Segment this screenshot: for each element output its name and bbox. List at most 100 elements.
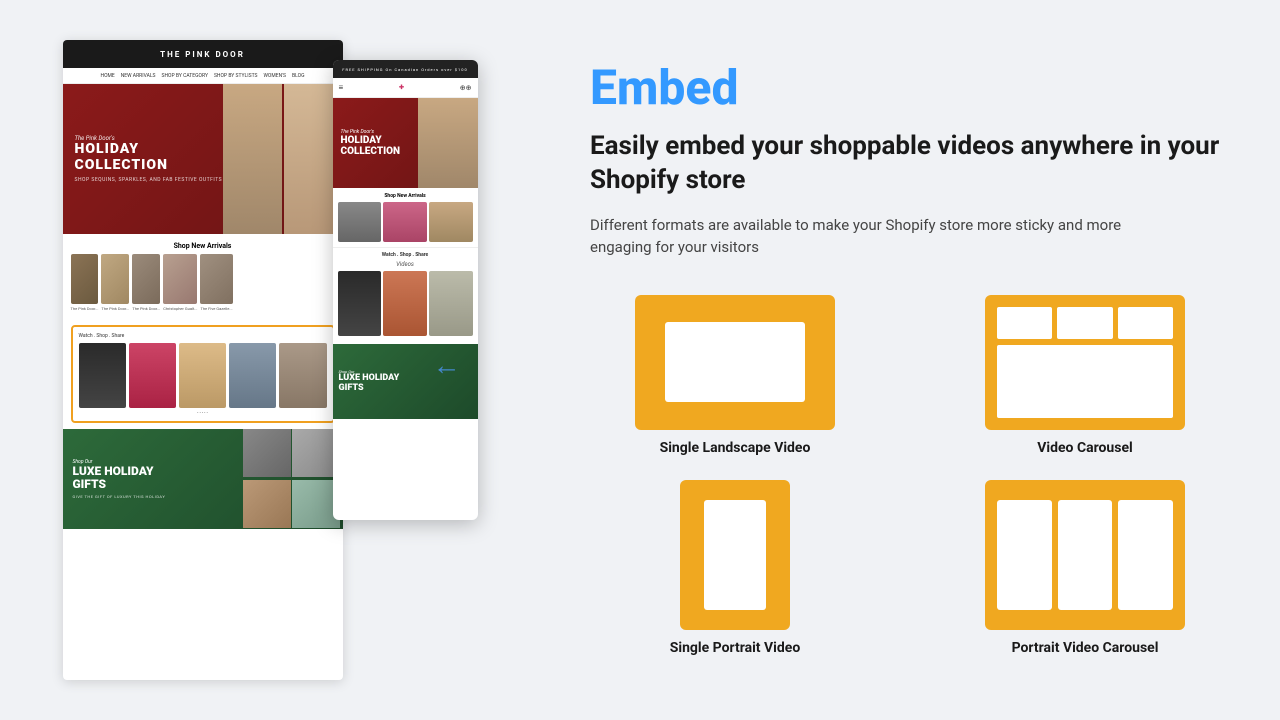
- overlay-hero-text: The Pink Door's HolidayCollection: [341, 129, 401, 157]
- main-desktop-screenshot: THE PINK DOOR HOME NEW ARRIVALS SHOP BY …: [63, 40, 343, 680]
- product-image-4: [163, 254, 197, 304]
- hamburger-icon: ≡: [339, 83, 344, 92]
- portrait-label: Single Portrait Video: [670, 640, 800, 656]
- back-arrow-icon: ←: [433, 349, 461, 382]
- search-icon: ⊕⊕: [460, 84, 472, 92]
- product-label-4: Christopher Gualt...: [163, 306, 197, 311]
- embed-subtitle: Easily embed your shoppable videos anywh…: [590, 130, 1230, 198]
- wss-videos: [338, 271, 473, 336]
- left-panel: THE PINK DOOR HOME NEW ARRIVALS SHOP BY …: [0, 0, 540, 720]
- hero-title-large: HolidayCollection: [75, 142, 223, 173]
- format-item-landscape: Single Landscape Video: [590, 295, 880, 456]
- video-thumb-1: [79, 343, 126, 408]
- video-carousel-icon: [985, 295, 1185, 430]
- hero-title-small: The Pink Door's: [75, 135, 223, 142]
- holiday-text: Shop Our Luxe HolidayGifts Give the Gift…: [73, 459, 166, 499]
- landscape-video-icon: [635, 295, 835, 430]
- overlay-banner-text: FREE SHIPPING On Canadian Orders over $1…: [342, 67, 467, 72]
- site-logo: THE PINK DOOR: [160, 50, 245, 59]
- product-image-2: [101, 254, 129, 304]
- carousel-top-row: [997, 307, 1173, 339]
- oht-large: HolidayCollection: [341, 135, 401, 157]
- video-thumb-4: [229, 343, 276, 408]
- product-label-1: The Pink Door...: [71, 306, 99, 311]
- wss-video-3: [429, 271, 473, 336]
- hero-section: The Pink Door's HolidayCollection Shop S…: [63, 84, 343, 234]
- overlay-logo: ✚: [399, 84, 404, 91]
- product-thumb-5: The Five Gazelle...: [200, 254, 232, 311]
- holiday-img-3: [243, 480, 291, 528]
- carousel-cell-2: [1057, 307, 1112, 339]
- holiday-title: Luxe HolidayGifts: [73, 465, 166, 491]
- product-thumb-1: The Pink Door...: [71, 254, 99, 311]
- video-thumb-5: [279, 343, 326, 408]
- hero-subtitle: Shop Sequins, Sparkles, and Fab Festive …: [75, 177, 223, 183]
- overlay-hero-image: [418, 98, 478, 188]
- menu-item: BLOG: [292, 73, 305, 79]
- format-item-portrait: Single Portrait Video: [590, 480, 880, 656]
- video-dots: • • • • •: [79, 410, 327, 415]
- video-thumb-3: [179, 343, 226, 408]
- product-image-5: [200, 254, 232, 304]
- oHoliday-large: Luxe HolidayGifts: [339, 374, 400, 394]
- hero-img-1: [223, 84, 282, 234]
- wss-video-1: [338, 271, 382, 336]
- wss-video-2: [383, 271, 427, 336]
- overlay-product-2: [383, 202, 427, 242]
- format-item-portrait-carousel: Portrait Video Carousel: [940, 480, 1230, 656]
- hero-image-area: [223, 84, 343, 234]
- products-grid: The Pink Door... The Pink Door... The Pi…: [71, 254, 335, 311]
- landscape-label: Single Landscape Video: [660, 440, 811, 456]
- products-section: Shop New Arrivals The Pink Door... The P…: [63, 234, 343, 319]
- product-thumb-2: The Pink Door...: [101, 254, 129, 311]
- product-image-3: [132, 254, 160, 304]
- wss-title: Watch . Shop . Share: [338, 252, 473, 258]
- menu-item: NEW ARRIVALS: [121, 73, 156, 79]
- embed-description: Different formats are available to make …: [590, 214, 1150, 259]
- overlay-holiday-text: Shop Our Luxe HolidayGifts: [339, 369, 400, 394]
- overlay-products-grid: [338, 202, 473, 242]
- overlay-mobile-screenshot: FREE SHIPPING On Canadian Orders over $1…: [333, 60, 478, 520]
- overlay-section-title: Shop New Arrivals: [338, 193, 473, 199]
- carousel-cell-3: [1118, 307, 1173, 339]
- menu-item: SHOP BY STYLISTS: [214, 73, 258, 79]
- video-thumbnails: [79, 343, 327, 408]
- formats-grid: Single Landscape Video Video Carousel Si…: [590, 295, 1230, 656]
- page-title: Embed: [590, 64, 1230, 112]
- screenshot-container: THE PINK DOOR HOME NEW ARRIVALS SHOP BY …: [63, 40, 478, 690]
- holiday-section: Shop Our Luxe HolidayGifts Give the Gift…: [63, 429, 343, 529]
- site-nav: THE PINK DOOR: [63, 40, 343, 68]
- back-arrow-container: ←: [433, 349, 461, 382]
- portrait-inner-box: [704, 500, 766, 610]
- overlay-products: Shop New Arrivals: [333, 188, 478, 247]
- portrait-cell-2: [1058, 500, 1113, 610]
- portrait-carousel-label: Portrait Video Carousel: [1012, 640, 1159, 656]
- product-label-3: The Pink Door...: [132, 306, 160, 311]
- product-label-2: The Pink Door...: [101, 306, 129, 311]
- overlay-nav: ≡ ✚ ⊕⊕: [333, 78, 478, 98]
- overlay-banner: FREE SHIPPING On Canadian Orders over $1…: [333, 60, 478, 78]
- portrait-cell-1: [997, 500, 1052, 610]
- holiday-img-1: [243, 429, 291, 477]
- portrait-cell-3: [1118, 500, 1173, 610]
- product-image-1: [71, 254, 99, 304]
- site-menu: HOME NEW ARRIVALS SHOP BY CATEGORY SHOP …: [63, 68, 343, 84]
- product-thumb-4: Christopher Gualt...: [163, 254, 197, 311]
- hero-text: The Pink Door's HolidayCollection Shop S…: [75, 135, 223, 183]
- format-item-carousel: Video Carousel: [940, 295, 1230, 456]
- wss-label: Videos: [338, 261, 473, 268]
- overlay-product-1: [338, 202, 382, 242]
- menu-item: WOMEN'S: [263, 73, 286, 79]
- product-thumb-3: The Pink Door...: [132, 254, 160, 311]
- portrait-carousel-icon: [985, 480, 1185, 630]
- holiday-images: [243, 429, 343, 529]
- product-label-5: The Five Gazelle...: [200, 306, 232, 311]
- video-thumb-2: [129, 343, 176, 408]
- carousel-bottom-cell: [997, 345, 1173, 418]
- carousel-cell-1: [997, 307, 1052, 339]
- video-section-title: Watch . Shop . Share: [79, 333, 327, 339]
- portrait-video-icon: [680, 480, 790, 630]
- menu-item: SHOP BY CATEGORY: [162, 73, 208, 79]
- menu-item: HOME: [101, 73, 115, 79]
- overlay-hero: The Pink Door's HolidayCollection: [333, 98, 478, 188]
